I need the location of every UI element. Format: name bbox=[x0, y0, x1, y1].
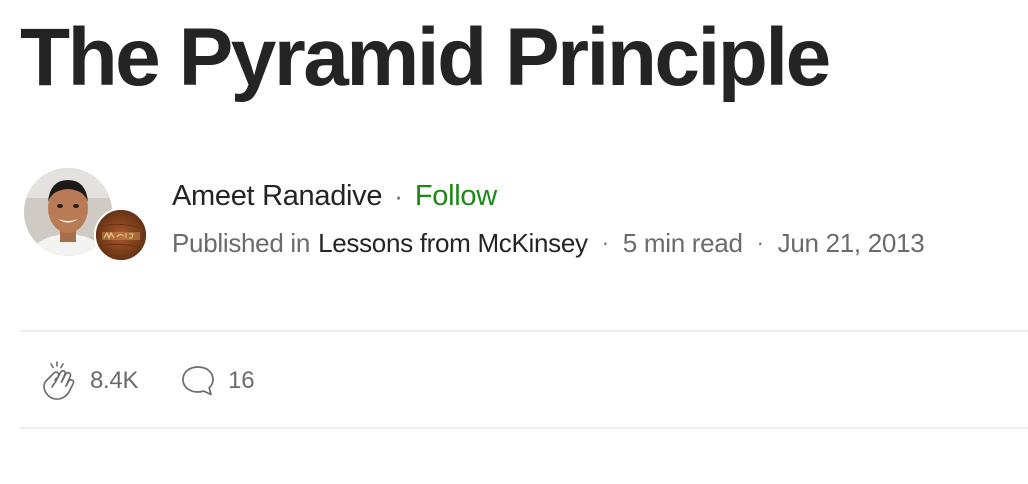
article-title: The Pyramid Principle bbox=[20, 12, 831, 103]
publish-date: Jun 21, 2013 bbox=[777, 228, 925, 258]
responses-count: 16 bbox=[228, 367, 255, 394]
follow-button[interactable]: Follow bbox=[415, 176, 497, 216]
bottom-divider bbox=[20, 427, 1028, 429]
separator-dot: · bbox=[756, 230, 764, 255]
separator-dot: · bbox=[394, 181, 403, 211]
publication-avatar[interactable] bbox=[94, 208, 148, 262]
published-in-label: Published in bbox=[172, 228, 311, 258]
author-byline: Ameet Ranadive · Follow Published in Les… bbox=[24, 168, 1014, 268]
clap-icon[interactable] bbox=[38, 359, 78, 403]
publication-line: Published in Lessons from McKinsey · 5 m… bbox=[172, 224, 925, 262]
clap-count: 8.4K bbox=[90, 367, 139, 394]
author-line: Ameet Ranadive · Follow bbox=[172, 176, 497, 216]
author-name[interactable]: Ameet Ranadive bbox=[172, 176, 383, 216]
top-divider bbox=[20, 330, 1028, 332]
comment-bubble-icon[interactable] bbox=[180, 364, 216, 398]
clap-button[interactable]: 8.4K bbox=[38, 359, 138, 403]
separator-dot: · bbox=[601, 230, 609, 255]
publication-logo bbox=[96, 210, 146, 260]
publication-name-link[interactable]: Lessons from McKinsey bbox=[318, 224, 588, 262]
read-time: 5 min read bbox=[622, 228, 743, 258]
engagement-bar: 8.4K 16 bbox=[38, 356, 255, 406]
responses-button[interactable]: 16 bbox=[180, 364, 255, 398]
